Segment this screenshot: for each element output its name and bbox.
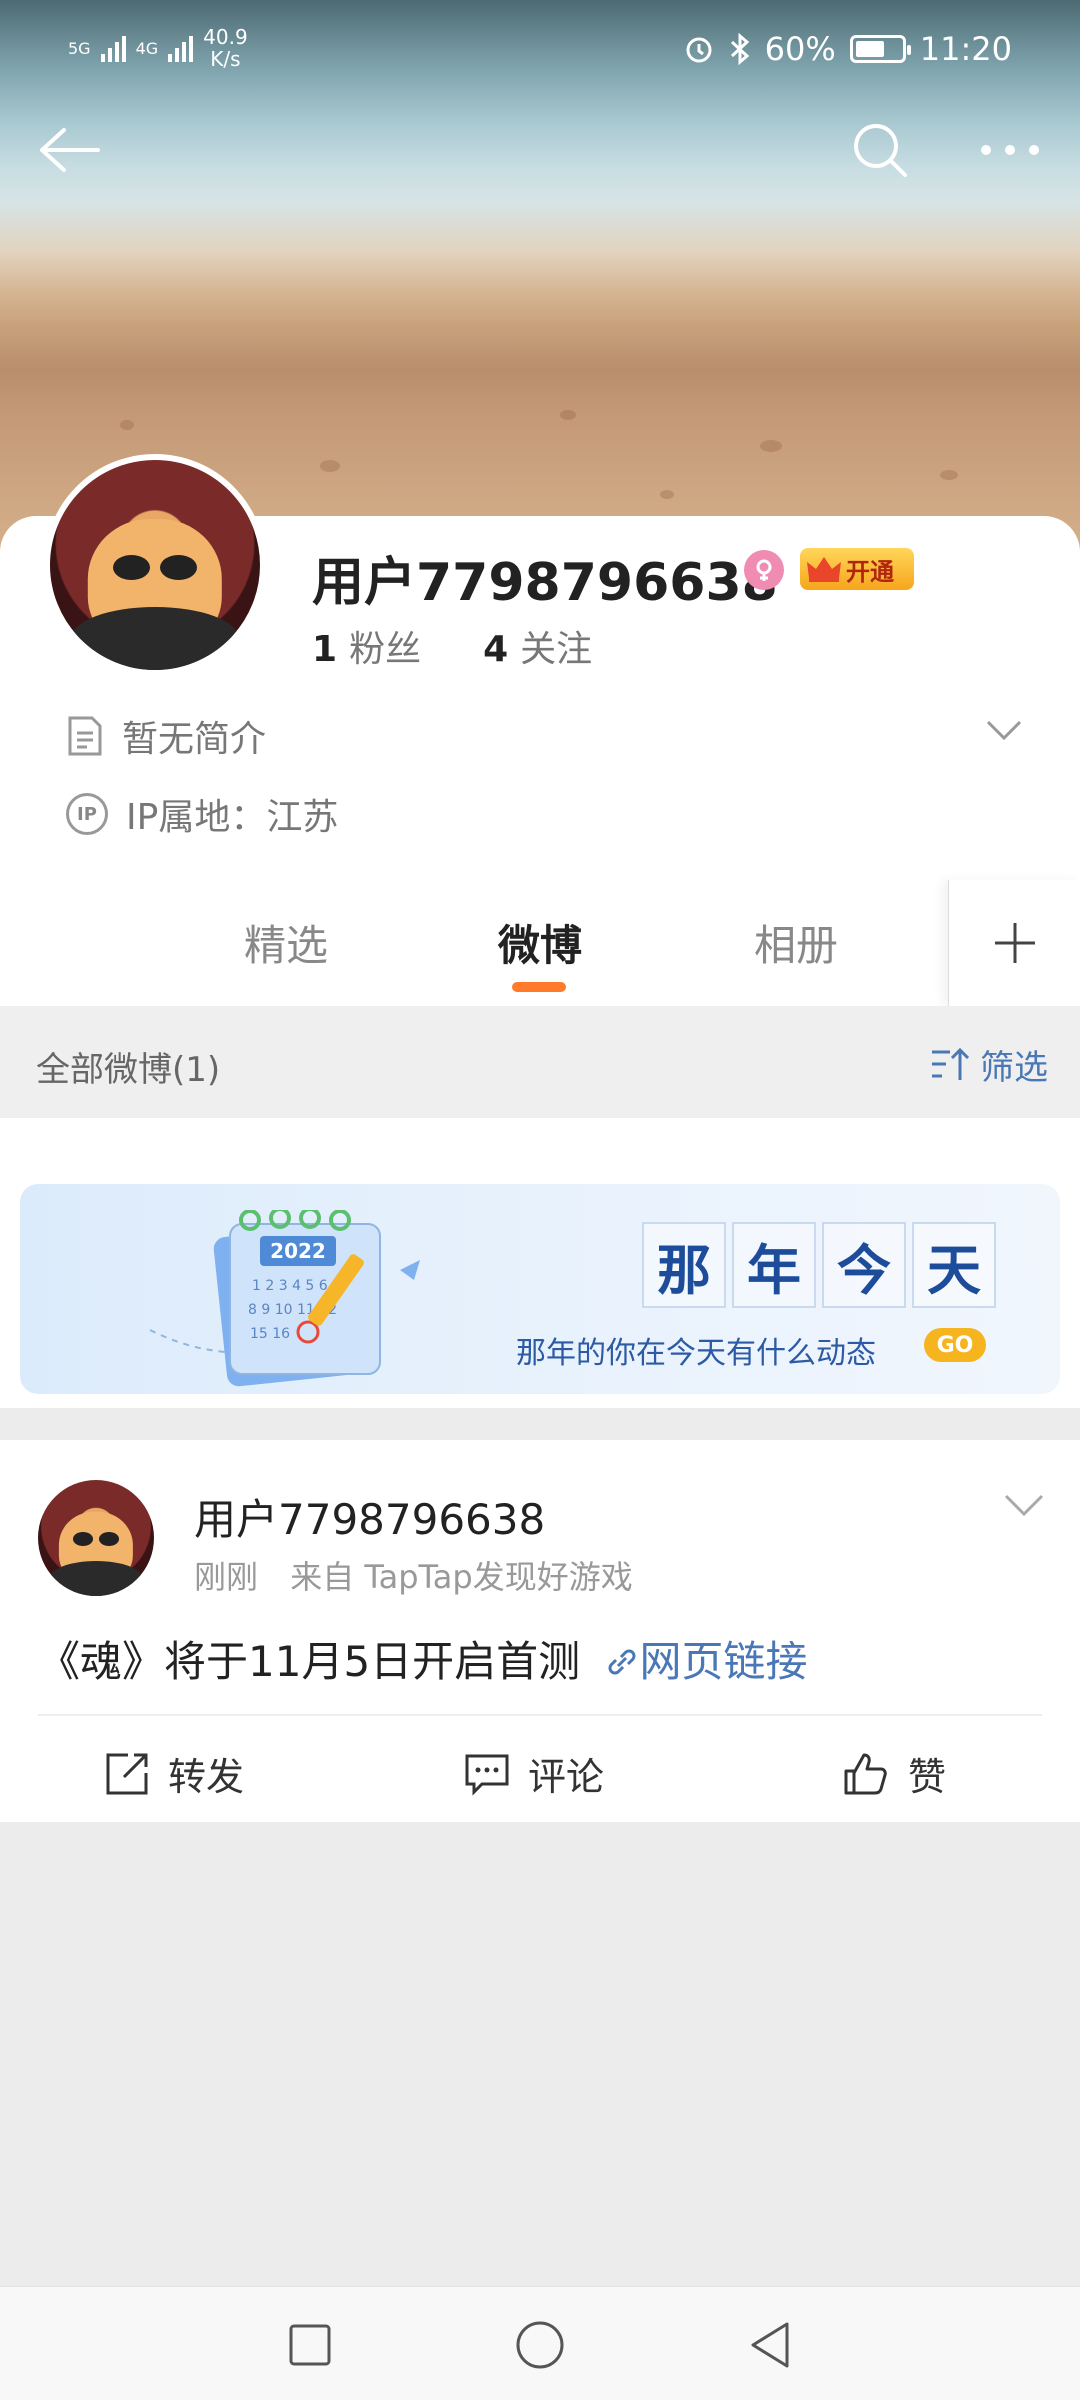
ip-location-row: IP IP属地：江苏 xyxy=(66,788,338,840)
fans-label: 粉丝 xyxy=(349,629,422,670)
home-button[interactable] xyxy=(512,2317,568,2373)
post-web-link[interactable]: 网页链接 xyxy=(594,1637,808,1686)
weibo-post: 用户7798796638 刚刚 来自 TapTap发现好游戏 《魂》将于11月5… xyxy=(0,1440,1080,1822)
fans-count: 1 xyxy=(312,629,338,670)
filter-row: 全部微博(1) 筛选 xyxy=(0,1006,1080,1118)
post-text: 《魂》将于11月5日开启首测 xyxy=(38,1637,581,1686)
tab-album[interactable]: 相册 xyxy=(754,912,838,973)
calendar-illustration: 2022 1 2 3 4 5 6 8 9 10 11 12 15 16 xyxy=(150,1210,420,1387)
bio-expand-button[interactable] xyxy=(984,718,1024,746)
bluetooth-icon xyxy=(730,33,749,65)
post-source: 来自 TapTap发现好游戏 xyxy=(290,1558,633,1596)
tab-weibo[interactable]: 微博 xyxy=(498,912,582,973)
document-icon xyxy=(68,716,102,756)
hd-sim2-label: 4G xyxy=(135,38,159,58)
hd-sim1-label: 5G xyxy=(68,38,91,58)
repost-button[interactable]: 转发 xyxy=(104,1746,244,1801)
post-time: 刚刚 xyxy=(194,1558,259,1596)
post-menu-button[interactable] xyxy=(1002,1492,1046,1522)
vip-open-button[interactable]: 开通 xyxy=(800,548,914,590)
net-speed: 40.9 K/s xyxy=(203,26,248,70)
post-actions: 转发 评论 赞 xyxy=(0,1716,1080,1822)
recent-apps-button[interactable] xyxy=(282,2317,338,2373)
thumbs-up-icon xyxy=(844,1753,887,1794)
like-label: 赞 xyxy=(908,1755,947,1799)
back-arrow-icon xyxy=(40,128,100,172)
square-icon xyxy=(289,2324,331,2366)
ip-location-text: IP属地：江苏 xyxy=(126,797,339,838)
banner-char-4: 天 xyxy=(912,1222,996,1308)
female-gender-icon xyxy=(744,550,784,590)
profile-tabs: 精选 微博 相册 xyxy=(0,880,1080,1006)
search-icon xyxy=(854,124,907,177)
profile-stats: 1 粉丝 4 关注 xyxy=(312,620,592,672)
post-meta: 刚刚 来自 TapTap发现好游戏 xyxy=(194,1552,633,1598)
clock: 11:20 xyxy=(919,30,1012,68)
svg-text:1 2 3 4 5 6: 1 2 3 4 5 6 xyxy=(252,1278,328,1294)
banner-char-3: 今 xyxy=(822,1222,906,1308)
follow-count: 4 xyxy=(483,629,509,670)
add-tab-button[interactable] xyxy=(948,880,1080,1006)
filter-label: 筛选 xyxy=(980,1048,1048,1088)
banner-title: 那 年 今 天 xyxy=(642,1222,996,1308)
status-right: 60% 11:20 xyxy=(683,30,1012,68)
calendar-year: 2022 xyxy=(270,1239,326,1263)
banner-char-1: 那 xyxy=(642,1222,726,1308)
system-navigation-bar xyxy=(0,2286,1080,2400)
circle-icon xyxy=(516,2321,564,2369)
more-dots-icon xyxy=(981,145,1039,155)
tab-featured[interactable]: 精选 xyxy=(244,912,328,973)
repost-icon xyxy=(106,1753,148,1794)
post-content: 《魂》将于11月5日开启首测 网页链接 xyxy=(38,1628,808,1689)
comment-icon xyxy=(465,1754,509,1796)
status-bar: 5G 4G 40.9 K/s 60% 11:20 xyxy=(0,0,1080,100)
fans-stat[interactable]: 1 粉丝 xyxy=(312,620,421,672)
bio-row[interactable]: 暂无简介 xyxy=(66,710,266,762)
battery-percent: 60% xyxy=(764,30,836,68)
like-button[interactable]: 赞 xyxy=(842,1746,946,1801)
battery-icon xyxy=(849,35,911,63)
ip-icon: IP xyxy=(66,793,108,835)
chevron-down-icon xyxy=(986,720,1022,741)
top-nav xyxy=(0,110,1080,190)
all-weibo-count: 全部微博(1) xyxy=(36,1050,221,1090)
net-speed-value: 40.9 xyxy=(203,25,248,49)
net-speed-unit: K/s xyxy=(210,47,241,71)
plus-icon xyxy=(994,923,1035,963)
comment-label: 评论 xyxy=(528,1755,605,1799)
banner-section: 2022 1 2 3 4 5 6 8 9 10 11 12 15 16 那 年 … xyxy=(0,1118,1080,1408)
crown-icon xyxy=(807,557,841,582)
active-tab-indicator xyxy=(512,982,566,992)
post-username[interactable]: 用户7798796638 xyxy=(194,1486,545,1547)
filter-sort-icon xyxy=(932,1047,970,1080)
back-nav-button[interactable] xyxy=(742,2317,798,2373)
alarm-icon xyxy=(686,37,712,63)
banner-char-2: 年 xyxy=(732,1222,816,1308)
chevron-down-icon xyxy=(1004,1494,1044,1517)
memory-banner[interactable]: 2022 1 2 3 4 5 6 8 9 10 11 12 15 16 那 年 … xyxy=(20,1184,1060,1394)
vip-open-label: 开通 xyxy=(846,557,894,586)
profile-username: 用户7798796638 xyxy=(312,553,778,613)
filter-button[interactable]: 筛选 xyxy=(930,1040,1048,1089)
follow-stat[interactable]: 4 关注 xyxy=(483,620,592,672)
repost-label: 转发 xyxy=(168,1755,245,1799)
comment-button[interactable]: 评论 xyxy=(464,1746,604,1801)
profile-avatar[interactable] xyxy=(44,454,266,676)
post-avatar[interactable] xyxy=(38,1480,154,1596)
svg-text:15 16: 15 16 xyxy=(250,1326,290,1342)
link-icon xyxy=(608,1649,636,1675)
bio-text: 暂无简介 xyxy=(122,719,267,760)
status-left: 5G 4G 40.9 K/s xyxy=(68,26,248,70)
back-button[interactable] xyxy=(30,110,110,190)
signal-icon xyxy=(100,34,126,62)
more-button[interactable] xyxy=(970,110,1050,190)
follow-label: 关注 xyxy=(520,629,593,670)
triangle-back-icon xyxy=(751,2322,789,2368)
banner-subtitle: 那年的你在今天有什么动态 xyxy=(516,1336,876,1371)
signal-icon-2 xyxy=(168,34,194,62)
search-button[interactable] xyxy=(840,110,920,190)
banner-go-button[interactable]: GO xyxy=(924,1328,986,1362)
post-link-label: 网页链接 xyxy=(639,1637,808,1686)
